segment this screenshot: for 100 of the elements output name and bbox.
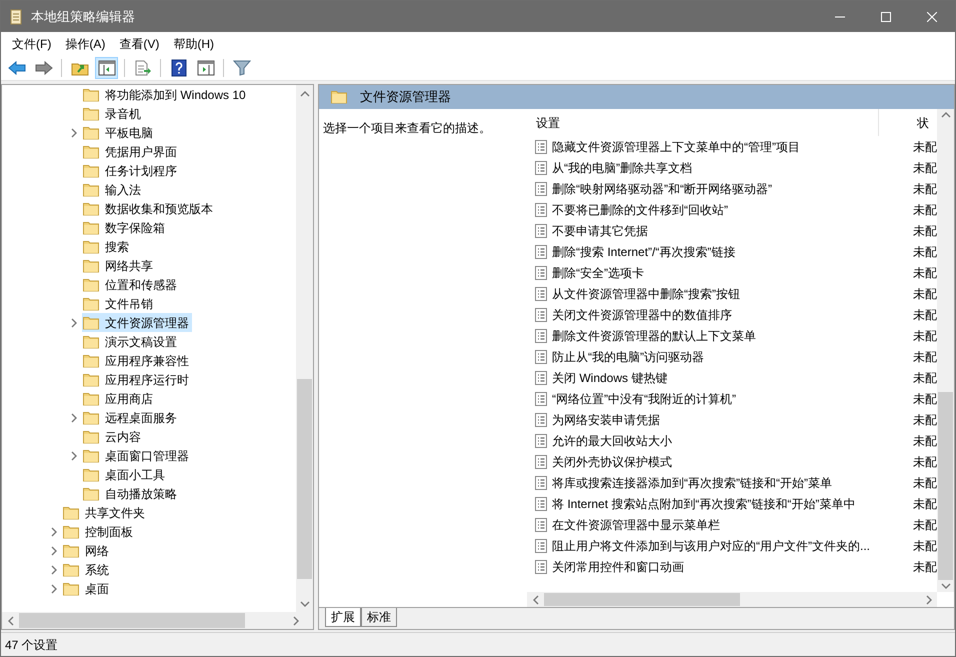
tree-item[interactable]: 平板电脑: [82, 123, 156, 142]
menu-item[interactable]: 帮助(H): [166, 32, 221, 55]
tree-item[interactable]: 输入法: [82, 180, 144, 199]
expand-chevron-icon[interactable]: [69, 128, 79, 138]
tree-item[interactable]: 文件资源管理器: [82, 313, 192, 332]
setting-row[interactable]: 阻止用户将文件添加到与该用户对应的“用户文件”文件夹的... 未配: [527, 535, 937, 556]
app-icon: [9, 8, 23, 24]
state-cell-text: 未配: [913, 328, 937, 344]
filter-icon: [232, 60, 250, 76]
folder-icon: [63, 582, 79, 596]
setting-name: 将库或搜索连接器添加到“再次搜索”链接和“开始”菜单: [552, 474, 832, 492]
toolbar-button[interactable]: [95, 56, 118, 78]
scroll-right-icon[interactable]: [291, 616, 301, 626]
tree-item[interactable]: 任务计划程序: [82, 161, 180, 180]
scroll-down-icon[interactable]: [300, 598, 310, 608]
setting-row[interactable]: 关闭 Windows 键热键 未配: [527, 367, 937, 388]
tree-item[interactable]: 应用商店: [82, 389, 156, 408]
setting-row[interactable]: 不要申请其它凭据 未配: [527, 220, 937, 241]
tree-item[interactable]: 将功能添加到 Windows 10: [82, 85, 249, 104]
scrollbar-thumb[interactable]: [297, 379, 312, 579]
vertical-scrollbar[interactable]: [937, 109, 954, 592]
setting-row[interactable]: 删除文件资源管理器的默认上下文菜单 未配: [527, 325, 937, 346]
scrollbar-thumb[interactable]: [938, 392, 953, 580]
expand-chevron-icon[interactable]: [49, 526, 59, 536]
state-cell-text: 未配: [913, 160, 937, 176]
menu-item[interactable]: 操作(A): [58, 32, 112, 55]
scroll-right-icon[interactable]: [924, 594, 934, 604]
setting-row[interactable]: 为网络安装申请凭据 未配: [527, 409, 937, 430]
setting-icon: [535, 224, 547, 238]
column-header[interactable]: 设置: [527, 109, 879, 136]
setting-row[interactable]: 不要将已删除的文件移到“回收站” 未配: [527, 199, 937, 220]
menu-item[interactable]: 查看(V): [112, 32, 166, 55]
tree-item[interactable]: 文件吊销: [82, 294, 156, 313]
tab[interactable]: 标准: [361, 608, 397, 627]
scroll-left-icon[interactable]: [6, 616, 16, 626]
expand-chevron-icon[interactable]: [69, 318, 79, 328]
menu-item[interactable]: 文件(F): [5, 32, 58, 55]
folder-icon: [83, 448, 99, 462]
vertical-scrollbar[interactable]: [296, 85, 313, 612]
expand-chevron-icon[interactable]: [69, 450, 79, 460]
setting-row[interactable]: 删除“安全”选项卡 未配: [527, 262, 937, 283]
horizontal-scrollbar[interactable]: [527, 592, 937, 607]
setting-name: 隐藏文件资源管理器上下文菜单中的“管理”项目: [552, 138, 800, 156]
folder-icon: [83, 220, 99, 234]
folder-icon: [83, 144, 99, 158]
tree-item[interactable]: 自动播放策略: [82, 484, 180, 503]
setting-row[interactable]: 允许的最大回收站大小 未配: [527, 430, 937, 451]
setting-row[interactable]: 将库或搜索连接器添加到“再次搜索”链接和“开始”菜单 未配: [527, 472, 937, 493]
tree-item[interactable]: 录音机: [82, 104, 144, 123]
setting-name: 防止从“我的电脑”访问驱动器: [552, 348, 704, 366]
folder-icon: [83, 354, 99, 368]
setting-name: 关闭外壳协议保护模式: [552, 454, 672, 470]
tree-item[interactable]: 共享文件夹: [62, 503, 148, 522]
scrollbar-thumb[interactable]: [544, 593, 740, 606]
setting-row[interactable]: 隐藏文件资源管理器上下文菜单中的“管理”项目 未配: [527, 136, 937, 157]
tree-item[interactable]: 数据收集和预览版本: [82, 199, 216, 218]
column-header[interactable]: 状: [879, 114, 929, 132]
window-title: 本地组策略编辑器: [31, 8, 135, 26]
setting-row[interactable]: 关闭外壳协议保护模式 未配: [527, 451, 937, 472]
tree-item[interactable]: 控制面板: [62, 522, 136, 541]
horizontal-scrollbar[interactable]: [2, 612, 313, 629]
setting-row[interactable]: 在文件资源管理器中显示菜单栏 未配: [527, 514, 937, 535]
tree-item[interactable]: 搜索: [82, 237, 132, 256]
state-cell-text: 未配: [913, 454, 937, 470]
tree-item[interactable]: 凭据用户界面: [82, 142, 180, 161]
setting-row[interactable]: 关闭常用控件和窗口动画 未配: [527, 556, 937, 577]
setting-row[interactable]: 关闭文件资源管理器中的数值排序 未配: [527, 304, 937, 325]
state-cell-text: 未配: [913, 516, 937, 534]
setting-row[interactable]: 从“我的电脑”删除共享文档 未配: [527, 157, 937, 178]
expand-chevron-icon[interactable]: [49, 564, 59, 574]
expand-chevron-icon[interactable]: [69, 412, 79, 422]
scroll-up-icon[interactable]: [300, 88, 310, 98]
tree-item[interactable]: 系统: [62, 560, 112, 579]
setting-row[interactable]: 将 Internet 搜索站点附加到“再次搜索”链接和“开始”菜单中 未配: [527, 493, 937, 514]
setting-row[interactable]: 删除“映射网络驱动器”和“断开网络驱动器” 未配: [527, 178, 937, 199]
setting-row[interactable]: 从文件资源管理器中删除“搜索”按钮 未配: [527, 283, 937, 304]
scrollbar-thumb[interactable]: [19, 613, 245, 628]
setting-row[interactable]: “网络位置”中没有“我附近的计算机” 未配: [527, 388, 937, 409]
tree-item[interactable]: 演示文稿设置: [82, 332, 180, 351]
expand-chevron-icon[interactable]: [49, 584, 59, 594]
tree-item[interactable]: 桌面窗口管理器: [82, 446, 192, 465]
setting-row[interactable]: 防止从“我的电脑”访问驱动器 未配: [527, 346, 937, 367]
tree-item[interactable]: 远程桌面服务: [82, 408, 180, 427]
scroll-down-icon[interactable]: [940, 580, 950, 591]
action-pane-icon: [196, 60, 214, 76]
tree-item[interactable]: 桌面小工具: [82, 465, 168, 484]
tree-item[interactable]: 网络: [62, 541, 112, 560]
tree-item[interactable]: 云内容: [82, 427, 144, 446]
tree-item[interactable]: 应用程序兼容性: [82, 351, 192, 370]
state-cell-text: 未配: [913, 286, 937, 302]
tree-item[interactable]: 位置和传感器: [82, 275, 180, 294]
tree-item[interactable]: 应用程序运行时: [82, 370, 192, 389]
folder-icon: [83, 372, 99, 386]
tree-item[interactable]: 数字保险箱: [82, 218, 168, 237]
setting-row[interactable]: 删除“搜索 Internet”/“再次搜索”链接 未配: [527, 241, 937, 262]
expand-chevron-icon[interactable]: [49, 546, 59, 556]
scroll-left-icon[interactable]: [530, 594, 540, 604]
tree-item[interactable]: 网络共享: [82, 256, 156, 275]
tab[interactable]: 扩展: [325, 608, 361, 627]
tree-item[interactable]: 桌面: [62, 579, 112, 598]
